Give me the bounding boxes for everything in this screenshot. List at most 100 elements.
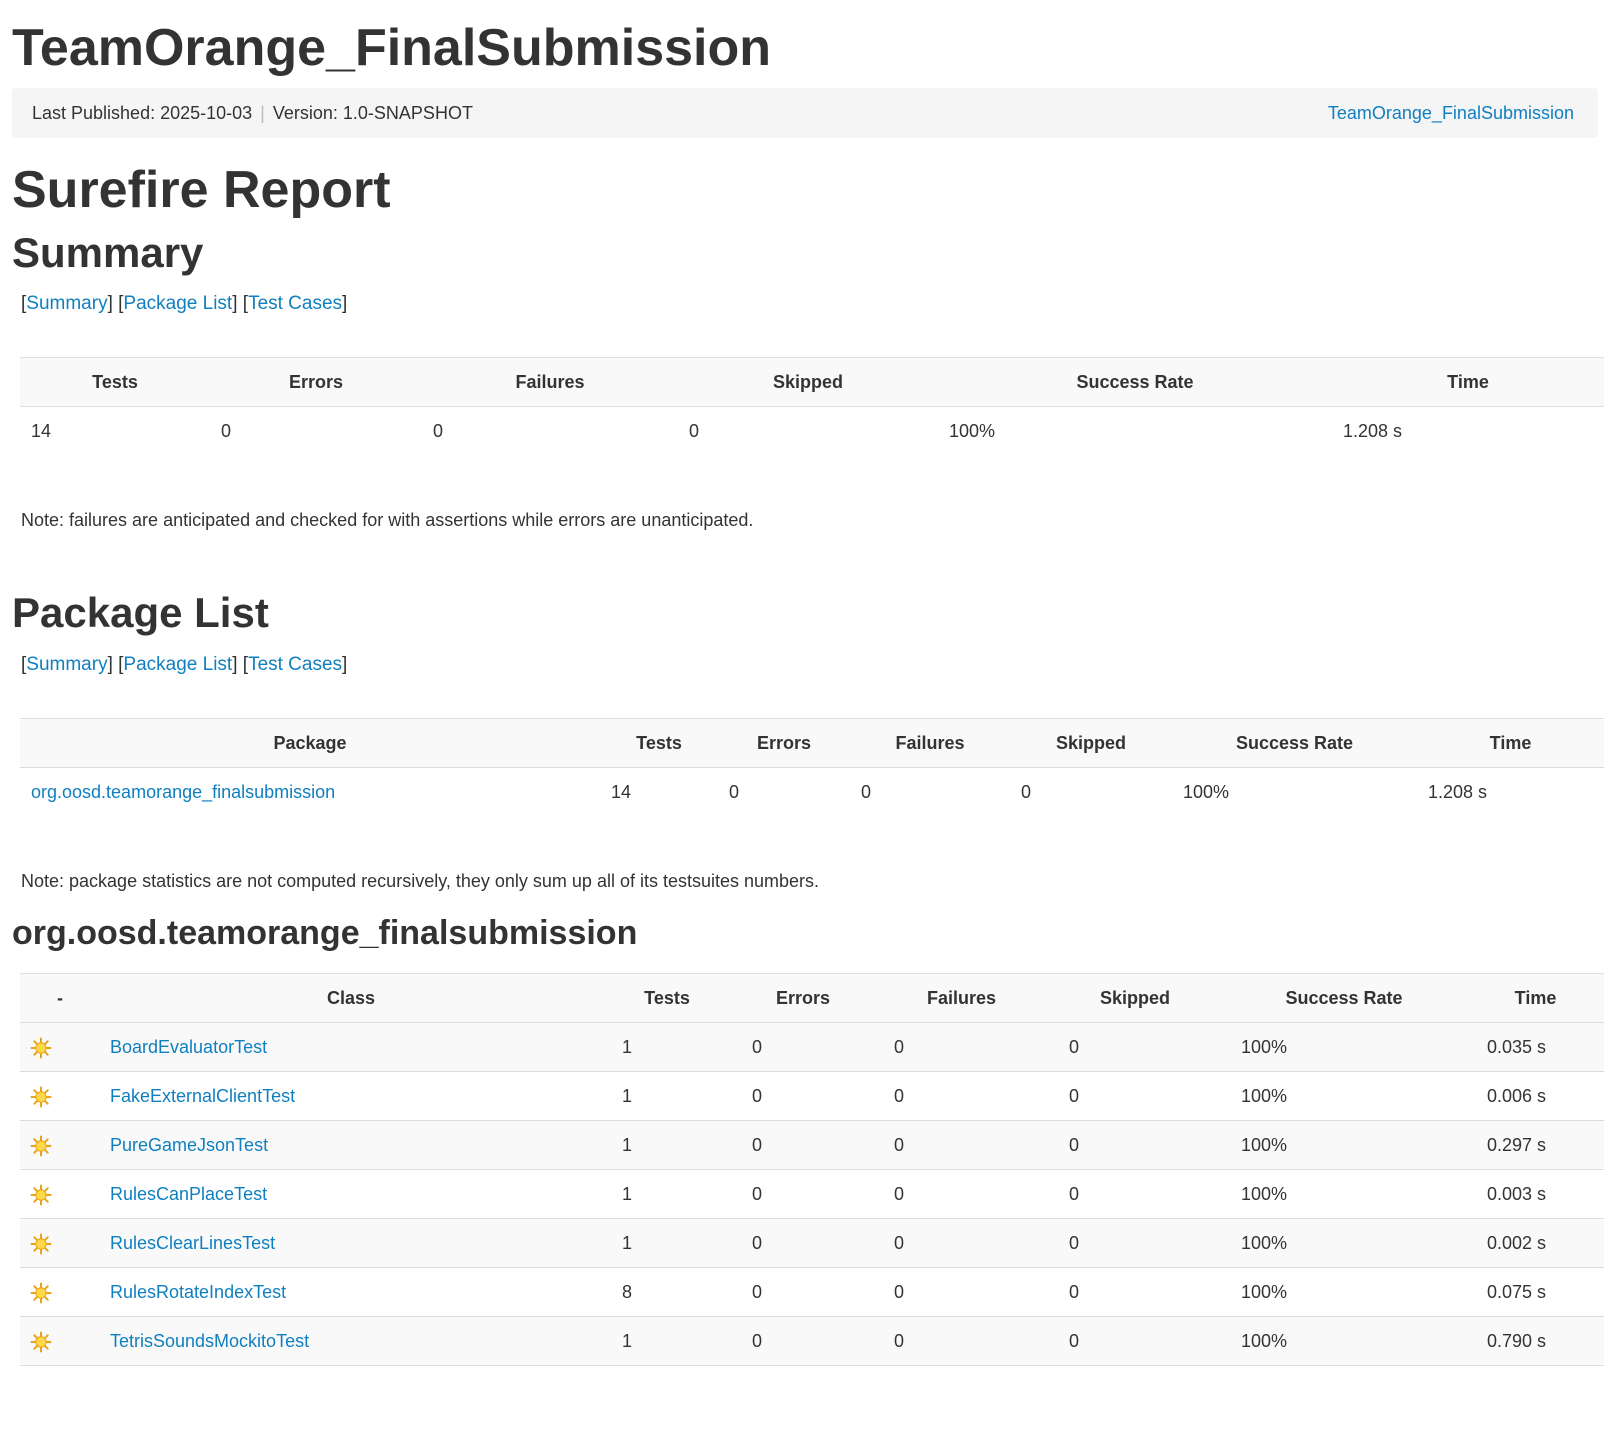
- class-tests: 1: [602, 1218, 732, 1268]
- class-errors: 0: [732, 1267, 874, 1317]
- class-failures: 0: [874, 1169, 1049, 1219]
- breadcrumb-separator: |: [260, 102, 265, 123]
- nav-test-cases-link[interactable]: Test Cases: [248, 654, 342, 675]
- class-success-rate: 100%: [1221, 1218, 1467, 1268]
- class-skipped: 0: [1049, 1218, 1221, 1268]
- class-header-row: - Class Tests Errors Failures Skipped Su…: [20, 973, 1604, 1023]
- col-tests: Tests: [600, 718, 718, 768]
- success-sun-icon: [30, 1233, 52, 1254]
- nav-summary-link[interactable]: Summary: [26, 293, 107, 314]
- last-published: Last Published: 2025-10-03: [32, 102, 253, 123]
- class-errors: 0: [732, 1120, 874, 1170]
- class-link[interactable]: FakeExternalClientTest: [110, 1086, 295, 1106]
- table-row: BoardEvaluatorTest 1 0 0 0 100% 0.035 s: [20, 1022, 1604, 1072]
- col-errors: Errors: [718, 718, 850, 768]
- package-errors: 0: [718, 767, 850, 816]
- class-time: 0.006 s: [1467, 1071, 1604, 1121]
- col-failures: Failures: [850, 718, 1010, 768]
- class-errors: 0: [732, 1218, 874, 1268]
- class-skipped: 0: [1049, 1022, 1221, 1072]
- class-skipped: 0: [1049, 1267, 1221, 1317]
- class-link[interactable]: RulesCanPlaceTest: [110, 1184, 267, 1204]
- package-detail-heading: org.oosd.teamorange_finalsubmission: [12, 914, 638, 952]
- package-header-row: Package Tests Errors Failures Skipped Su…: [20, 718, 1604, 768]
- class-tests: 1: [602, 1169, 732, 1219]
- class-link[interactable]: TetrisSoundsMockitoTest: [110, 1331, 309, 1351]
- nav-summary-link[interactable]: Summary: [26, 654, 107, 675]
- class-skipped: 0: [1049, 1316, 1221, 1366]
- col-skipped: Skipped: [1010, 718, 1172, 768]
- col-tests: Tests: [602, 973, 732, 1023]
- class-time: 0.790 s: [1467, 1316, 1604, 1366]
- class-skipped: 0: [1049, 1120, 1221, 1170]
- summary-time: 1.208 s: [1332, 406, 1604, 455]
- class-errors: 0: [732, 1022, 874, 1072]
- nav-package-list-link[interactable]: Package List: [123, 293, 232, 314]
- success-sun-icon: [30, 1135, 52, 1156]
- col-success-rate: Success Rate: [1172, 718, 1417, 768]
- package-skipped: 0: [1010, 767, 1172, 816]
- class-link[interactable]: RulesClearLinesTest: [110, 1233, 275, 1253]
- breadcrumb: Last Published: 2025-10-03 | Version: 1.…: [12, 88, 1598, 138]
- col-skipped: Skipped: [678, 357, 938, 407]
- class-success-rate: 100%: [1221, 1071, 1467, 1121]
- col-time: Time: [1467, 973, 1604, 1023]
- class-success-rate: 100%: [1221, 1316, 1467, 1366]
- class-errors: 0: [732, 1169, 874, 1219]
- success-sun-icon: [30, 1331, 52, 1352]
- class-link[interactable]: BoardEvaluatorTest: [110, 1037, 267, 1057]
- col-time: Time: [1417, 718, 1604, 768]
- project-title: TeamOrange_FinalSubmission: [12, 19, 772, 77]
- nav-package-list-link[interactable]: Package List: [123, 654, 232, 675]
- class-time: 0.075 s: [1467, 1267, 1604, 1317]
- class-errors: 0: [732, 1316, 874, 1366]
- class-tests: 1: [602, 1022, 732, 1072]
- table-row: TetrisSoundsMockitoTest 1 0 0 0 100% 0.7…: [20, 1316, 1604, 1366]
- class-time: 0.035 s: [1467, 1022, 1604, 1072]
- col-failures: Failures: [422, 357, 678, 407]
- package-link[interactable]: org.oosd.teamorange_finalsubmission: [31, 782, 335, 802]
- class-tests: 1: [602, 1120, 732, 1170]
- class-failures: 0: [874, 1022, 1049, 1072]
- table-row: RulesRotateIndexTest 8 0 0 0 100% 0.075 …: [20, 1267, 1604, 1317]
- success-sun-icon: [30, 1184, 52, 1205]
- summary-heading: Summary: [12, 229, 204, 276]
- class-failures: 0: [874, 1120, 1049, 1170]
- success-sun-icon: [30, 1086, 52, 1107]
- summary-success-rate: 100%: [938, 406, 1332, 455]
- class-table: - Class Tests Errors Failures Skipped Su…: [20, 973, 1604, 1366]
- table-row: PureGameJsonTest 1 0 0 0 100% 0.297 s: [20, 1120, 1604, 1170]
- class-time: 0.297 s: [1467, 1120, 1604, 1170]
- col-package: Package: [20, 718, 600, 768]
- package-tests: 14: [600, 767, 718, 816]
- package-failures: 0: [850, 767, 1010, 816]
- summary-table: Tests Errors Failures Skipped Success Ra…: [20, 357, 1604, 455]
- summary-errors: 0: [210, 406, 422, 455]
- class-link[interactable]: RulesRotateIndexTest: [110, 1282, 286, 1302]
- class-errors: 0: [732, 1071, 874, 1121]
- col-success-rate: Success Rate: [1221, 973, 1467, 1023]
- table-row: RulesClearLinesTest 1 0 0 0 100% 0.002 s: [20, 1218, 1604, 1268]
- col-failures: Failures: [874, 973, 1049, 1023]
- class-success-rate: 100%: [1221, 1169, 1467, 1219]
- version-label: Version: 1.0-SNAPSHOT: [272, 102, 473, 123]
- package-success-rate: 100%: [1172, 767, 1417, 816]
- summary-row: 14 0 0 0 100% 1.208 s: [20, 406, 1604, 455]
- class-failures: 0: [874, 1267, 1049, 1317]
- col-success-rate: Success Rate: [938, 357, 1332, 407]
- table-row: FakeExternalClientTest 1 0 0 0 100% 0.00…: [20, 1071, 1604, 1121]
- class-success-rate: 100%: [1221, 1267, 1467, 1317]
- class-failures: 0: [874, 1316, 1049, 1366]
- package-section-nav: [Summary] [Package List] [Test Cases]: [21, 654, 348, 675]
- package-row: org.oosd.teamorange_finalsubmission 14 0…: [20, 767, 1604, 816]
- summary-section-nav: [Summary] [Package List] [Test Cases]: [21, 293, 348, 314]
- class-skipped: 0: [1049, 1169, 1221, 1219]
- col-errors: Errors: [210, 357, 422, 407]
- success-sun-icon: [30, 1037, 52, 1058]
- project-link[interactable]: TeamOrange_FinalSubmission: [1328, 103, 1574, 124]
- nav-test-cases-link[interactable]: Test Cases: [248, 293, 342, 314]
- class-link[interactable]: PureGameJsonTest: [110, 1135, 268, 1155]
- col-errors: Errors: [732, 973, 874, 1023]
- col-time: Time: [1332, 357, 1604, 407]
- class-tests: 1: [602, 1071, 732, 1121]
